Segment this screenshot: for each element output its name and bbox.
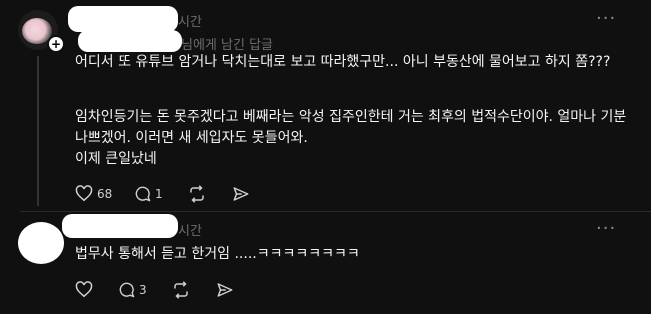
share-button[interactable]: [216, 281, 234, 299]
send-icon: [232, 185, 250, 203]
like-button[interactable]: 68: [75, 185, 112, 202]
more-options-button[interactable]: ···: [596, 218, 616, 239]
redacted-username: [62, 214, 178, 238]
redacted-avatar: [18, 222, 64, 264]
redacted-reply-target: [78, 30, 182, 52]
heart-icon: [75, 281, 93, 298]
comment-count: 3: [139, 282, 147, 297]
thread-line: [37, 56, 39, 206]
timestamp: 시간: [178, 15, 202, 30]
comment-button[interactable]: 1: [134, 185, 163, 202]
comment-icon: [134, 185, 151, 202]
like-count: 68: [97, 186, 113, 201]
follow-plus-badge[interactable]: +: [47, 35, 65, 53]
like-button[interactable]: [75, 281, 93, 298]
share-button[interactable]: [232, 185, 250, 203]
redacted-username: [68, 6, 178, 32]
send-icon: [216, 281, 234, 299]
timestamp: 시간: [178, 224, 202, 239]
repost-icon: [172, 281, 190, 299]
comment-count: 1: [155, 186, 163, 201]
repost-button[interactable]: [172, 281, 190, 299]
comment-divider: [20, 211, 651, 212]
reply-to-label[interactable]: 님에게 남긴 답글: [181, 34, 273, 53]
comment-button[interactable]: 3: [118, 281, 147, 298]
comment-icon: [118, 281, 135, 298]
comment-text: 법무사 통해서 듣고 한거임 .....ㅋㅋㅋㅋㅋㅋㅋㅋ: [75, 246, 360, 262]
repost-button[interactable]: [188, 185, 206, 203]
more-options-button[interactable]: ···: [596, 8, 616, 29]
heart-icon: [75, 185, 93, 202]
repost-icon: [188, 185, 206, 203]
comment-paragraph: 임차인등기는 돈 못주겠다고 베째라는 악성 집주인한테 거는 최후의 법적수단…: [75, 109, 627, 146]
comment-paragraph: 어디서 또 유튜브 암거나 닥치는대로 보고 따라했구만... 아니 부동산에 …: [75, 54, 611, 70]
comment-paragraph: 이제 큰일났네: [75, 151, 157, 167]
